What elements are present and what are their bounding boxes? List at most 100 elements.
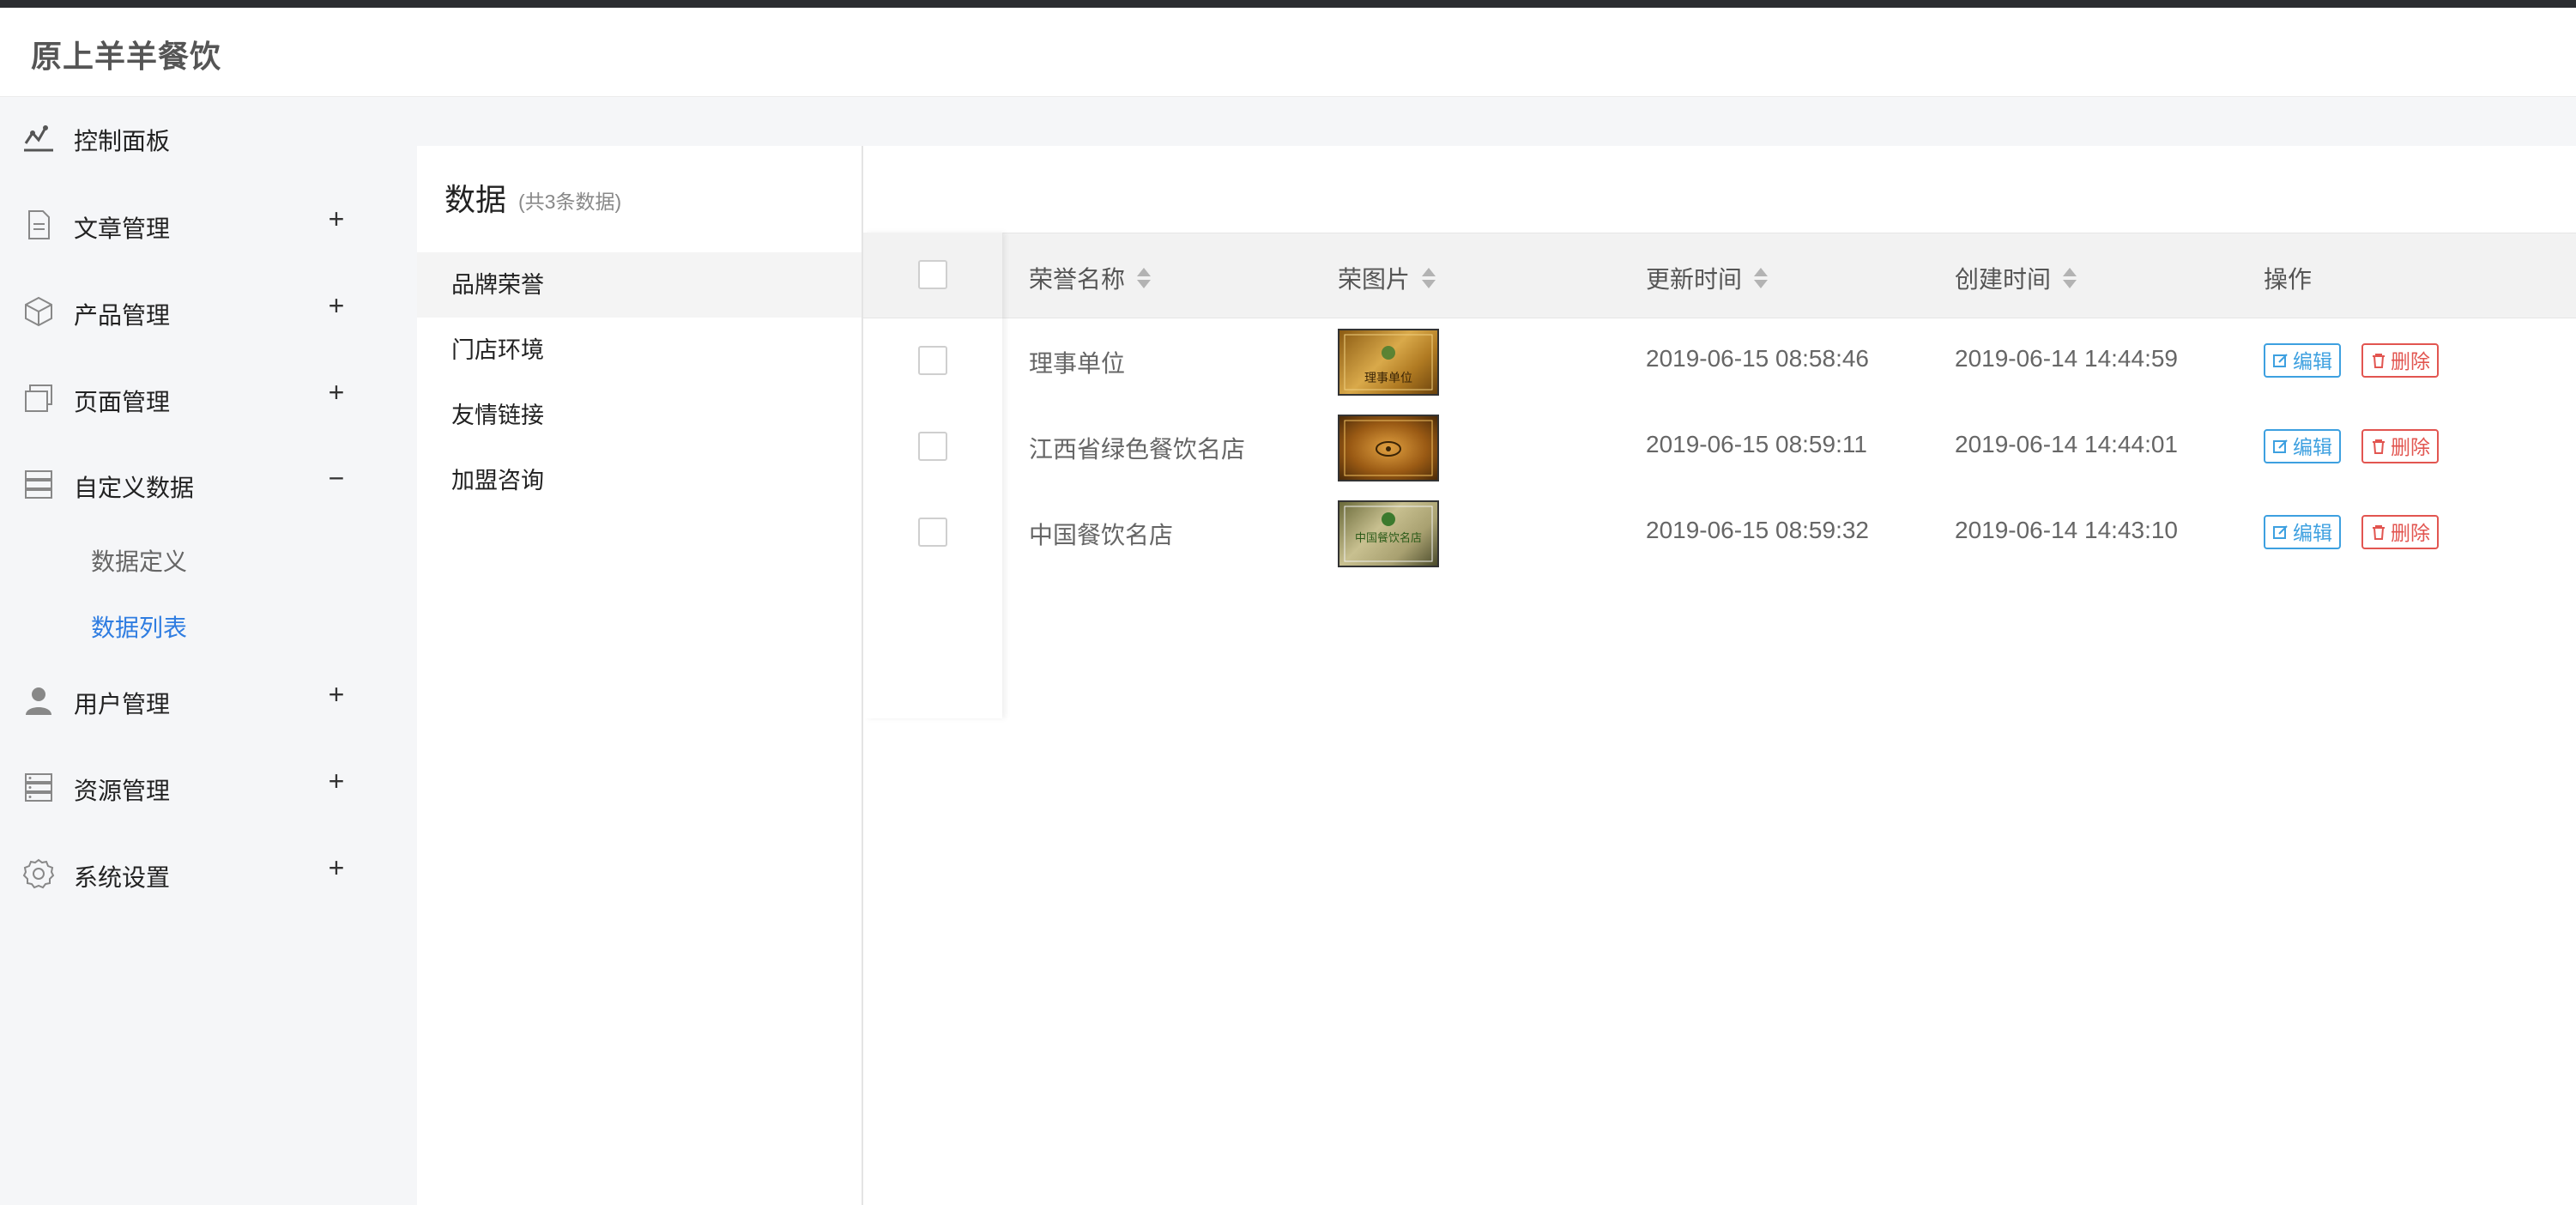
sort-icon[interactable] bbox=[2063, 267, 2077, 290]
edit-icon bbox=[2273, 439, 2288, 453]
sidebar-item-pages[interactable]: 页面管理 + bbox=[0, 372, 378, 423]
svg-text:中国餐饮名店: 中国餐饮名店 bbox=[1355, 531, 1422, 545]
updated-time: 2019-06-15 08:58:46 bbox=[1646, 345, 1869, 372]
category-item-friend-links[interactable]: 友情链接 bbox=[417, 383, 862, 448]
column-header-name[interactable]: 荣誉名称 bbox=[1029, 261, 1152, 295]
column-header-image[interactable]: 荣图片 bbox=[1338, 261, 1436, 295]
edit-label: 编辑 bbox=[2293, 436, 2332, 458]
pages-icon bbox=[25, 385, 52, 412]
expand-icon[interactable]: + bbox=[326, 679, 347, 711]
column-header-created[interactable]: 创建时间 bbox=[1955, 261, 2077, 295]
column-header-label: 荣誉名称 bbox=[1029, 266, 1126, 293]
honor-image-thumbnail[interactable]: 理事单位 bbox=[1338, 329, 1439, 396]
sidebar-item-label: 页面管理 bbox=[74, 389, 171, 415]
sidebar-subitem-data-list[interactable]: 数据列表 bbox=[91, 609, 187, 644]
sidebar-item-label: 自定义数据 bbox=[74, 475, 195, 501]
trash-icon bbox=[2373, 525, 2385, 540]
column-header-label: 荣图片 bbox=[1338, 266, 1411, 293]
document-icon bbox=[28, 210, 50, 239]
expand-icon[interactable]: + bbox=[326, 377, 347, 409]
delete-label: 删除 bbox=[2391, 522, 2430, 544]
app-header: 原上羊羊餐饮 bbox=[0, 8, 2576, 97]
edit-button[interactable]: 编辑 bbox=[2264, 429, 2341, 463]
record-count: (共3条数据) bbox=[518, 191, 622, 213]
edit-icon bbox=[2273, 525, 2288, 539]
edit-label: 编辑 bbox=[2293, 350, 2332, 372]
table-row: 江西省绿色餐饮名店 2019-06-15 08:59:11 2019-06-14… bbox=[863, 403, 2576, 489]
plaque-image: 中国餐饮名店 bbox=[1344, 506, 1433, 562]
sidebar-item-articles[interactable]: 文章管理 + bbox=[0, 198, 378, 250]
category-item-franchise-inquiry[interactable]: 加盟咨询 bbox=[417, 448, 862, 513]
brand-title: 原上羊羊餐饮 bbox=[31, 39, 222, 74]
box-icon bbox=[25, 296, 52, 327]
user-icon bbox=[26, 687, 51, 715]
panel-title: 数据 bbox=[444, 182, 507, 217]
honor-image-thumbnail[interactable] bbox=[1338, 415, 1439, 481]
expand-icon[interactable]: + bbox=[326, 852, 347, 884]
delete-label: 删除 bbox=[2391, 350, 2430, 372]
column-header-updated[interactable]: 更新时间 bbox=[1646, 261, 1769, 295]
delete-button[interactable]: 删除 bbox=[2361, 429, 2439, 463]
expand-icon[interactable]: + bbox=[326, 290, 347, 322]
table-header: 荣誉名称 荣图片 更新时间 创建时间 操作 bbox=[863, 233, 2576, 318]
table-row: 中国餐饮名店 中国餐饮名店 2019-06-15 08:59:32 2019-0… bbox=[863, 489, 2576, 575]
column-header-label: 更新时间 bbox=[1646, 266, 1743, 293]
table-row: 理事单位 理事单位 2019-06-15 08:58:46 2019-06-14… bbox=[863, 318, 2576, 403]
honor-name: 中国餐饮名店 bbox=[1029, 522, 1174, 548]
sidebar: 控制面板 文章管理 + 产品管理 + 页面管理 + 自定义数据 − 数据定义 数… bbox=[0, 97, 417, 1205]
data-category-panel: 数据 (共3条数据) 品牌荣誉 门店环境 友情链接 加盟咨询 bbox=[417, 146, 863, 1205]
created-time: 2019-06-14 14:43:10 bbox=[1955, 517, 2178, 543]
sidebar-item-products[interactable]: 产品管理 + bbox=[0, 285, 378, 336]
sidebar-item-resources[interactable]: 资源管理 + bbox=[0, 760, 378, 812]
delete-button[interactable]: 删除 bbox=[2361, 343, 2439, 378]
trash-icon bbox=[2373, 439, 2385, 454]
sidebar-item-label: 产品管理 bbox=[74, 302, 171, 329]
sidebar-item-label: 资源管理 bbox=[74, 778, 171, 804]
category-item-store-environment[interactable]: 门店环境 bbox=[417, 318, 862, 383]
sidebar-item-settings[interactable]: 系统设置 + bbox=[0, 847, 378, 899]
trash-icon bbox=[2373, 354, 2385, 368]
column-header-actions: 操作 bbox=[2264, 266, 2313, 293]
svg-text:理事单位: 理事单位 bbox=[1364, 372, 1412, 385]
expand-icon[interactable]: + bbox=[326, 766, 347, 797]
server-icon bbox=[25, 773, 52, 802]
data-table-panel: 荣誉名称 荣图片 更新时间 创建时间 操作 理事单位 理事单位 2019-06-… bbox=[863, 146, 2576, 1205]
category-list: 品牌荣誉 门店环境 友情链接 加盟咨询 bbox=[417, 252, 862, 513]
collapse-icon[interactable]: − bbox=[326, 463, 347, 494]
created-time: 2019-06-14 14:44:01 bbox=[1955, 431, 2178, 457]
select-all-checkbox[interactable] bbox=[918, 260, 947, 289]
plaque-image: 理事单位 bbox=[1344, 334, 1433, 391]
plaque-image bbox=[1344, 420, 1433, 476]
edit-label: 编辑 bbox=[2293, 522, 2332, 544]
dashboard-chart-icon bbox=[24, 125, 53, 152]
sidebar-item-label: 控制面板 bbox=[74, 128, 171, 154]
category-item-brand-honor[interactable]: 品牌荣誉 bbox=[417, 252, 862, 318]
sidebar-item-users[interactable]: 用户管理 + bbox=[0, 674, 378, 725]
honor-image-thumbnail[interactable]: 中国餐饮名店 bbox=[1338, 500, 1439, 567]
sort-icon[interactable] bbox=[1137, 267, 1152, 290]
sort-icon[interactable] bbox=[1422, 267, 1436, 290]
expand-icon[interactable]: + bbox=[326, 203, 347, 235]
checkbox-header-cell bbox=[863, 233, 1003, 317]
sidebar-item-custom-data[interactable]: 自定义数据 − bbox=[0, 457, 378, 509]
data-stack-icon bbox=[25, 470, 52, 499]
honor-name: 理事单位 bbox=[1029, 350, 1126, 377]
delete-label: 删除 bbox=[2391, 436, 2430, 458]
sidebar-item-label: 用户管理 bbox=[74, 691, 171, 718]
sidebar-subitem-data-definition[interactable]: 数据定义 bbox=[91, 543, 187, 578]
sidebar-item-dashboard[interactable]: 控制面板 bbox=[0, 111, 378, 162]
delete-button[interactable]: 删除 bbox=[2361, 515, 2439, 549]
edit-button[interactable]: 编辑 bbox=[2264, 515, 2341, 549]
edit-icon bbox=[2273, 354, 2288, 367]
updated-time: 2019-06-15 08:59:11 bbox=[1646, 431, 1867, 457]
sort-icon[interactable] bbox=[1754, 267, 1769, 290]
column-header-label: 创建时间 bbox=[1955, 266, 2052, 293]
honor-name: 江西省绿色餐饮名店 bbox=[1029, 436, 1246, 463]
gear-icon bbox=[22, 858, 55, 889]
sidebar-item-label: 系统设置 bbox=[74, 864, 171, 891]
created-time: 2019-06-14 14:44:59 bbox=[1955, 345, 2178, 372]
edit-button[interactable]: 编辑 bbox=[2264, 343, 2341, 378]
sidebar-item-label: 文章管理 bbox=[74, 215, 171, 242]
top-accent-bar bbox=[0, 0, 2576, 8]
updated-time: 2019-06-15 08:59:32 bbox=[1646, 517, 1869, 543]
